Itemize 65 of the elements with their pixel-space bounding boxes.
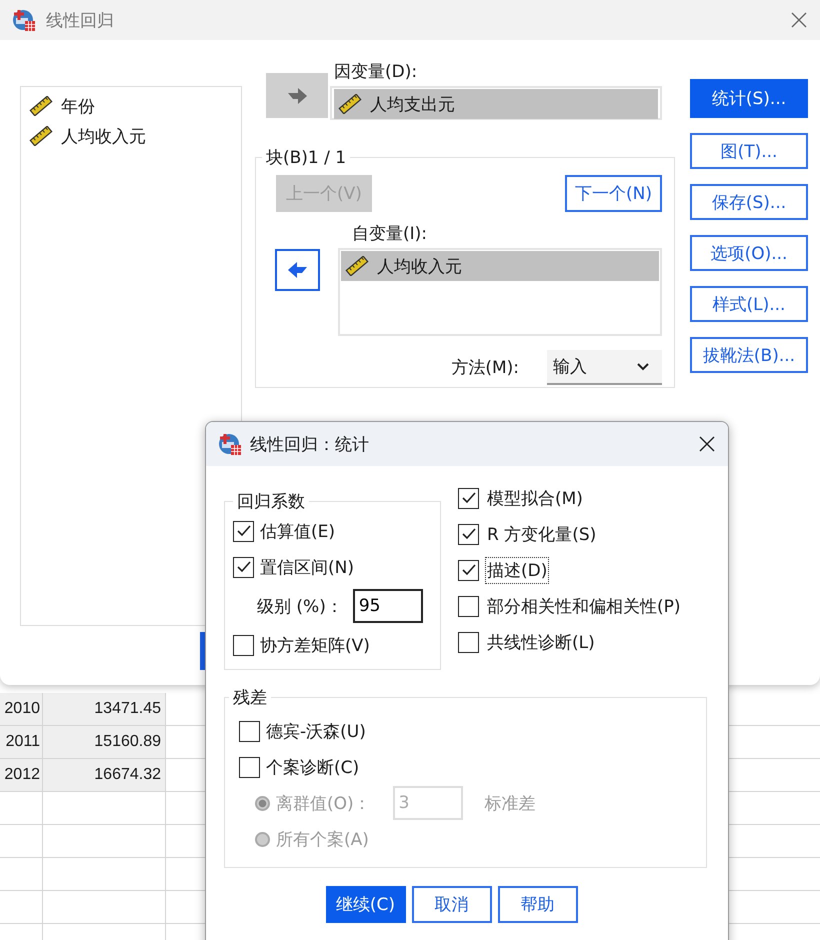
field-label: 方法(M): [451,357,519,379]
field-label: 级别 (%)： [257,596,343,618]
window-title: 线性回归 [46,10,115,32]
table-cell: 16674.32 [43,759,166,791]
arrow-icon [286,261,308,279]
table-cell: 2010 [0,693,43,725]
list-item[interactable]: 年份 [25,91,237,121]
move-button[interactable] [266,73,328,118]
app-icon [12,8,36,32]
dialog-button[interactable]: 取消 [412,886,492,923]
table-cell: 2012 [0,759,43,791]
chevron-icon [636,362,650,372]
option-label: 德宾-沃森(U) [266,720,366,742]
option-label: 置信区间(N) [260,556,354,578]
move-button[interactable] [275,249,320,291]
option-label: 协方差矩阵(V) [260,634,370,656]
table-cell: 13471.45 [43,693,166,725]
variable-list[interactable]: 人均收入元 [338,248,662,336]
variable-name: 人均支出元 [370,94,455,116]
checkbox[interactable] [233,556,254,578]
dialog-button[interactable]: 保存(S)... [690,184,808,220]
variable-name: 年份 [61,96,95,118]
table-cell: 2011 [0,726,43,758]
unit-label: 标准差 [484,792,536,814]
list-item[interactable]: 人均收入元 [25,121,237,151]
input-field[interactable]: 95 [352,589,423,623]
dialog-button[interactable]: 统计(S)... [690,79,808,118]
arrow-icon [286,86,308,104]
checkbox[interactable] [458,560,479,580]
option-label: R 方变化量(S) [486,524,598,546]
checkbox[interactable] [458,596,479,616]
checkbox[interactable] [233,634,254,656]
app-icon [218,432,242,456]
option-label: 个案诊断(C) [266,756,360,778]
option-label: 估算值(E) [260,520,336,542]
dialog-button[interactable]: 图(T)... [690,133,808,169]
option-label: 部分相关性和偏相关性(P) [486,596,682,618]
close-icon[interactable] [698,435,716,453]
option-label: 模型拟合(M) [486,488,584,510]
method-dropdown[interactable]: 输入 [547,350,662,385]
option-label: 描述(D) [485,556,550,584]
window-title: 线性回归：统计 [250,434,370,456]
group-title: 残差 [232,687,268,709]
dialog-button[interactable]: 帮助 [498,886,578,923]
field-label: 因变量(D): [334,61,418,84]
option-label: 离群值(O)： [276,792,371,814]
variable-name: 人均收入元 [377,256,462,278]
group-title: 块(B)1 / 1 [265,147,348,169]
checkbox[interactable] [458,524,479,544]
checkbox[interactable] [458,488,479,508]
checkbox[interactable] [233,520,254,542]
field-label: 自变量(I): [352,223,428,246]
option-label: 共线性诊断(L) [486,632,596,654]
dialog-button[interactable]: 继续(C) [326,886,406,923]
dialog-button[interactable]: 拔靴法(B)... [690,337,808,373]
checkbox[interactable] [458,632,479,652]
table-cell: 15160.89 [43,726,166,758]
dialog-button[interactable]: 样式(L)... [690,286,808,322]
checkbox[interactable] [239,756,260,778]
dialog-button[interactable]: 选项(O)... [690,235,808,271]
option-label: 所有个案(A) [276,828,369,850]
next-button[interactable]: 下一个(N) [565,175,662,212]
checkbox[interactable] [239,720,260,742]
list-item[interactable]: 人均收入元 [341,251,659,281]
variable-name: 人均收入元 [61,126,146,148]
